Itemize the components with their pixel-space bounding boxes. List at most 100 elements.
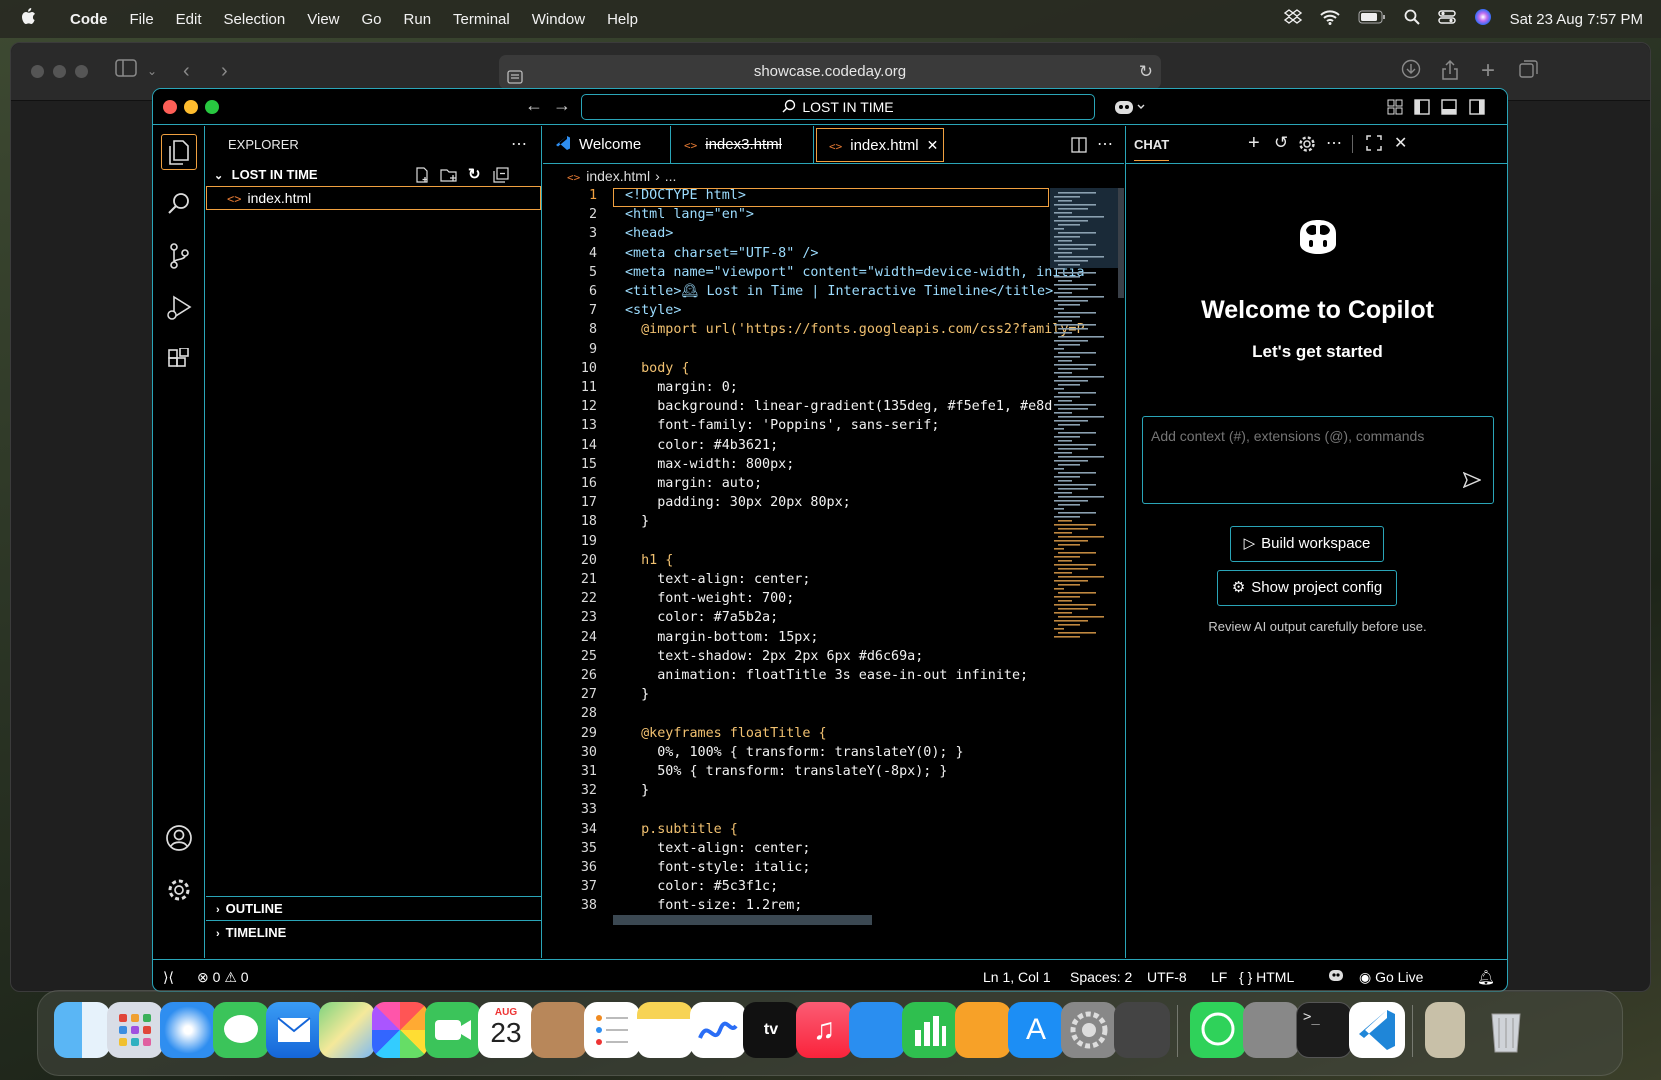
numbers-icon[interactable] xyxy=(902,1002,958,1058)
copilot-menu-icon[interactable] xyxy=(1113,97,1147,122)
cursor-position[interactable]: Ln 1, Col 1 xyxy=(983,966,1051,988)
browser-minimize-button[interactable] xyxy=(53,65,66,78)
siri-icon[interactable] xyxy=(1474,8,1492,30)
accounts-icon[interactable] xyxy=(161,820,197,856)
whatsapp-icon[interactable] xyxy=(1190,1002,1246,1058)
toggle-secondary-sidebar-icon[interactable] xyxy=(1469,99,1485,120)
breadcrumb-file[interactable]: index.html xyxy=(586,168,650,184)
close-button[interactable] xyxy=(163,100,177,114)
menu-edit[interactable]: Edit xyxy=(176,11,202,28)
horizontal-scrollbar[interactable] xyxy=(613,915,872,925)
preview-icon[interactable] xyxy=(1243,1002,1299,1058)
explorer-icon[interactable] xyxy=(161,134,197,170)
minimap[interactable] xyxy=(1050,188,1124,958)
file-row-index-html[interactable]: <> index.html xyxy=(206,186,541,210)
chevron-down-icon[interactable]: ⌄ xyxy=(147,59,157,83)
downloads-icon[interactable] xyxy=(1401,59,1421,85)
reload-icon[interactable]: ↻ xyxy=(1139,55,1153,89)
downloads-stack-icon[interactable] xyxy=(1425,1002,1465,1058)
split-editor-icon[interactable] xyxy=(1071,137,1087,158)
extensions-icon[interactable] xyxy=(161,342,197,378)
spotlight-icon[interactable] xyxy=(1404,9,1420,29)
nav-forward-icon[interactable]: → xyxy=(553,95,571,116)
iphone-mirroring-icon[interactable] xyxy=(1114,1002,1170,1058)
menu-terminal[interactable]: Terminal xyxy=(453,11,510,28)
url-bar[interactable]: showcase.codeday.org ↻ xyxy=(499,55,1161,89)
show-project-config-button[interactable]: ⚙ Show project config xyxy=(1217,570,1397,606)
messages-icon[interactable] xyxy=(213,1002,269,1058)
menu-run[interactable]: Run xyxy=(404,11,432,28)
maximize-button[interactable] xyxy=(205,100,219,114)
close-tab-icon[interactable]: ✕ xyxy=(927,137,939,153)
toggle-panel-icon[interactable] xyxy=(1441,99,1457,120)
chat-input-box[interactable] xyxy=(1142,416,1494,504)
maps-icon[interactable] xyxy=(319,1002,375,1058)
freeform-icon[interactable] xyxy=(690,1002,746,1058)
terminal-icon[interactable]: >_ xyxy=(1296,1002,1352,1058)
language-mode[interactable]: { } HTML xyxy=(1239,966,1294,988)
wifi-icon[interactable] xyxy=(1319,9,1340,29)
tab-index-html[interactable]: <> index.html ✕ xyxy=(816,128,944,162)
sidebar-toggle-icon[interactable] xyxy=(115,59,137,83)
chat-settings-gear-icon[interactable] xyxy=(1298,135,1316,158)
remote-icon[interactable]: ⟩⟨ xyxy=(163,966,174,988)
editor-more-icon[interactable]: ⋯ xyxy=(1097,134,1113,154)
share-icon[interactable] xyxy=(1441,59,1459,87)
browser-close-button[interactable] xyxy=(31,65,44,78)
search-view-icon[interactable] xyxy=(161,186,197,222)
end-of-line[interactable]: LF xyxy=(1211,966,1227,988)
control-center-icon[interactable] xyxy=(1437,9,1456,29)
launchpad-icon[interactable] xyxy=(107,1002,163,1058)
facetime-icon[interactable] xyxy=(425,1002,481,1058)
back-icon[interactable]: ‹ xyxy=(183,59,190,83)
send-icon[interactable] xyxy=(1462,471,1482,493)
system-settings-icon[interactable] xyxy=(1061,1002,1117,1058)
contacts-icon[interactable] xyxy=(531,1002,587,1058)
forward-icon[interactable]: › xyxy=(221,59,228,83)
music-icon[interactable]: ♫ xyxy=(796,1002,852,1058)
command-center[interactable]: LOST IN TIME xyxy=(581,94,1095,120)
apple-tv-icon[interactable]: tv xyxy=(743,1002,799,1058)
tab-welcome[interactable]: Welcome xyxy=(543,126,671,164)
close-chat-icon[interactable]: ✕ xyxy=(1394,133,1407,153)
collapse-all-icon[interactable] xyxy=(493,167,509,190)
menu-selection[interactable]: Selection xyxy=(224,11,286,28)
tab-overview-icon[interactable] xyxy=(1519,59,1539,85)
code-editor[interactable]: 1 <!DOCTYPE html> 2 <html lang="en"> 3 <head>… xyxy=(543,188,1124,958)
copilot-status-icon[interactable] xyxy=(1327,966,1345,988)
trash-icon[interactable] xyxy=(1478,1002,1534,1058)
maximize-chat-icon[interactable] xyxy=(1366,135,1382,156)
go-live-button[interactable]: ◉ Go Live xyxy=(1359,966,1423,988)
notifications-bell-icon[interactable]: 🔔︎ xyxy=(1477,966,1495,988)
refresh-icon[interactable]: ↻ xyxy=(468,164,481,186)
pages-icon[interactable] xyxy=(955,1002,1011,1058)
photos-icon[interactable] xyxy=(372,1002,428,1058)
build-workspace-button[interactable]: ▷ Build workspace xyxy=(1230,526,1384,562)
notes-icon[interactable] xyxy=(637,1002,693,1058)
apple-icon[interactable] xyxy=(20,7,44,31)
app-store-icon[interactable]: A xyxy=(1008,1002,1064,1058)
vscode-dock-icon[interactable] xyxy=(1349,1002,1405,1058)
history-icon[interactable]: ↺ xyxy=(1274,133,1288,153)
menu-go[interactable]: Go xyxy=(362,11,382,28)
breadcrumb-more[interactable]: ... xyxy=(665,168,677,184)
finder-icon[interactable] xyxy=(54,1002,110,1058)
tab-index3-html[interactable]: <> index3.html xyxy=(672,126,814,164)
keynote-icon[interactable] xyxy=(849,1002,905,1058)
calendar-icon[interactable]: AUG 23 xyxy=(478,1002,534,1058)
menu-help[interactable]: Help xyxy=(607,11,638,28)
reminders-icon[interactable] xyxy=(584,1002,640,1058)
dropbox-icon[interactable] xyxy=(1283,9,1302,29)
manage-gear-icon[interactable] xyxy=(161,872,197,908)
mail-icon[interactable] xyxy=(266,1002,322,1058)
folder-row[interactable]: ⌄ LOST IN TIME ↻ xyxy=(206,164,541,186)
new-folder-icon[interactable] xyxy=(440,167,458,190)
run-debug-icon[interactable] xyxy=(161,290,197,326)
battery-icon[interactable] xyxy=(1358,10,1386,28)
problems-indicator[interactable]: ⊗ 0 ⚠ 0 xyxy=(197,966,249,988)
menu-window[interactable]: Window xyxy=(532,11,585,28)
more-actions-icon[interactable]: ⋯ xyxy=(511,126,527,164)
chat-more-icon[interactable]: ⋯ xyxy=(1326,133,1342,153)
new-tab-icon[interactable]: + xyxy=(1481,59,1495,83)
customize-layout-icon[interactable] xyxy=(1387,99,1403,120)
